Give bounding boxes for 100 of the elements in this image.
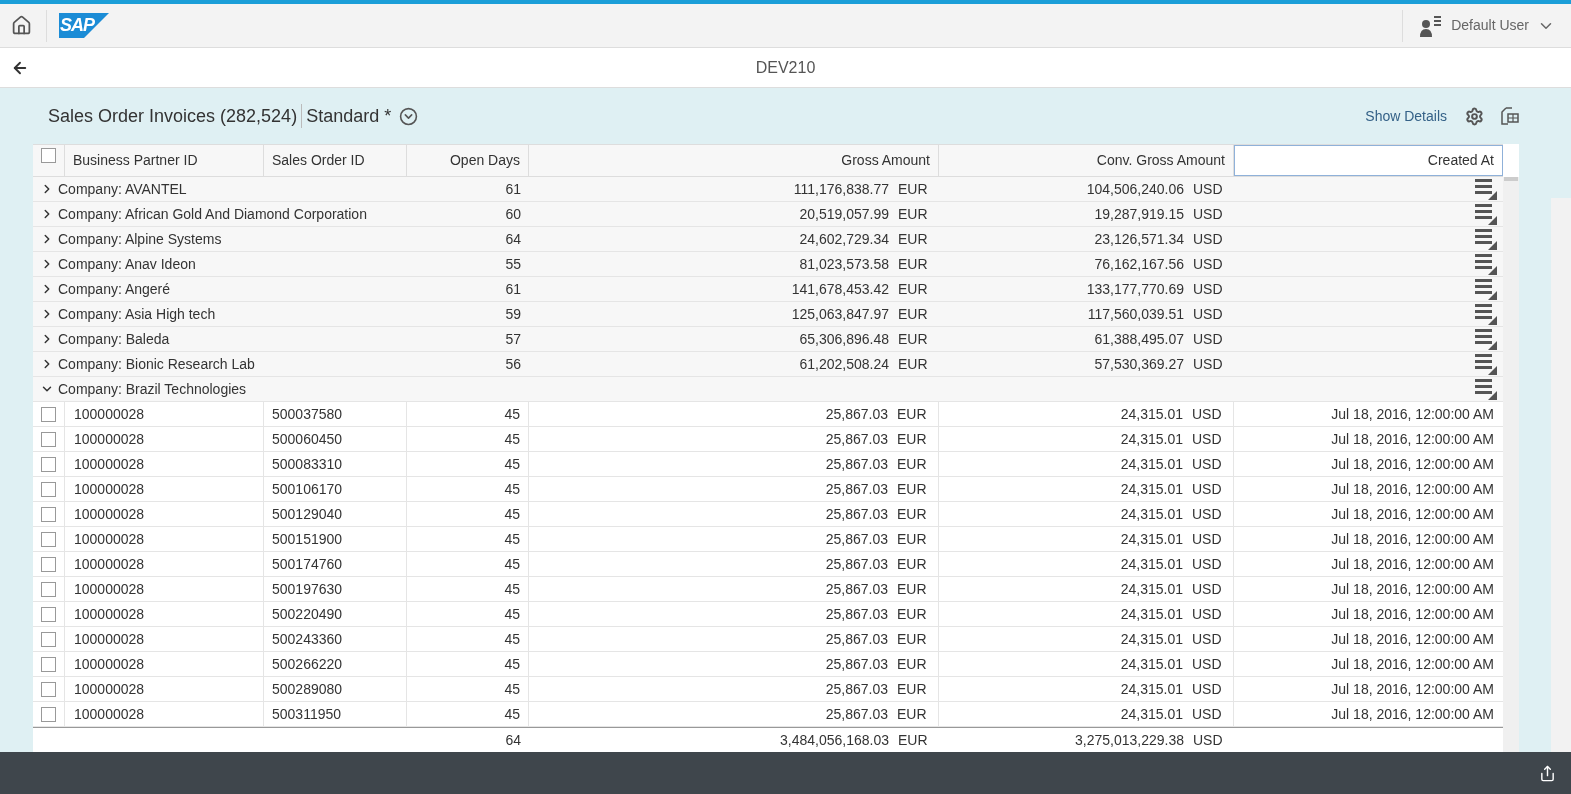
gross-amount: 25,867.03 EUR xyxy=(825,429,928,449)
gross-amount: 25,867.03 EUR xyxy=(825,579,928,599)
gross-amount: 125,063,847.97 EUR xyxy=(790,304,929,324)
row-checkbox[interactable] xyxy=(41,581,56,597)
conv-gross-amount: 24,315.01 USD xyxy=(1120,429,1223,449)
group-label: Company: Asia High tech xyxy=(58,304,216,324)
table-cell-text: Jul 18, 2016, 12:00:00 AM xyxy=(1331,629,1494,649)
row-menu-icon[interactable] xyxy=(1475,353,1497,375)
column-header[interactable]: Business Partner ID xyxy=(65,145,264,176)
conv-gross-amount: 24,315.01 USD xyxy=(1120,504,1223,524)
table-cell-text: 100000028 xyxy=(74,504,145,524)
table-cell-text: 100000028 xyxy=(74,679,145,699)
column-header[interactable]: Gross Amount xyxy=(529,145,939,176)
row-menu-icon[interactable] xyxy=(1475,228,1497,250)
table-cell-text: Jul 18, 2016, 12:00:00 AM xyxy=(1331,404,1494,424)
conv-gross-amount: 19,287,919.15 USD xyxy=(1093,204,1224,224)
gross-amount: 25,867.03 EUR xyxy=(825,479,928,499)
row-checkbox[interactable] xyxy=(41,406,56,422)
table-cell-text: 100000028 xyxy=(74,604,145,624)
export-table-icon[interactable] xyxy=(1501,107,1519,125)
table-cell-text: Jul 18, 2016, 12:00:00 AM xyxy=(1331,454,1494,474)
show-details-link[interactable]: Show Details xyxy=(1365,105,1447,127)
row-checkbox[interactable] xyxy=(41,656,56,672)
table-cell-text: 500083310 xyxy=(272,454,343,474)
group-label: Company: Angeré xyxy=(58,279,171,299)
table-cell-text: Jul 18, 2016, 12:00:00 AM xyxy=(1331,504,1494,524)
row-menu-icon[interactable] xyxy=(1475,303,1497,325)
row-menu-icon[interactable] xyxy=(1475,178,1497,200)
row-menu-icon[interactable] xyxy=(1475,328,1497,350)
table-cell-text: 45 xyxy=(504,554,520,574)
user-name[interactable]: Default User xyxy=(1451,15,1529,36)
row-checkbox[interactable] xyxy=(41,531,56,547)
column-header[interactable]: Open Days xyxy=(407,145,529,176)
gross-amount: 111,176,838.77 EUR xyxy=(792,179,929,199)
open-days: 60 xyxy=(505,203,521,225)
user-icon[interactable] xyxy=(1420,14,1443,37)
variant-name[interactable]: Standard * xyxy=(306,102,392,130)
column-header[interactable]: Created At xyxy=(1234,145,1503,176)
conv-gross-amount: 24,315.01 USD xyxy=(1120,579,1223,599)
row-checkbox[interactable] xyxy=(41,506,56,522)
row-checkbox[interactable] xyxy=(41,631,56,647)
table-cell-text: 45 xyxy=(504,704,520,724)
open-days: 61 xyxy=(505,178,521,200)
table-cell-text: 100000028 xyxy=(74,529,145,549)
table-cell-text: Jul 18, 2016, 12:00:00 AM xyxy=(1331,704,1494,724)
column-header[interactable]: Sales Order ID xyxy=(264,145,407,176)
gross-amount: 25,867.03 EUR xyxy=(825,679,928,699)
row-checkbox[interactable] xyxy=(41,456,56,472)
table-cell-text: 500060450 xyxy=(272,429,343,449)
table-cell-text: Jul 18, 2016, 12:00:00 AM xyxy=(1331,679,1494,699)
table-cell-text: 500266220 xyxy=(272,654,343,674)
table-cell-text: Jul 18, 2016, 12:00:00 AM xyxy=(1331,479,1494,499)
open-days: 56 xyxy=(505,353,521,375)
gross-amount: 25,867.03 EUR xyxy=(825,454,928,474)
gross-amount: 20,519,057.99 EUR xyxy=(798,204,929,224)
gross-amount: 61,202,508.24 EUR xyxy=(798,354,929,374)
group-label: Company: Alpine Systems xyxy=(58,229,222,249)
vertical-scrollbar[interactable] xyxy=(1503,177,1519,752)
conv-gross-amount: 61,388,495.07 USD xyxy=(1093,329,1224,349)
row-checkbox[interactable] xyxy=(41,681,56,697)
row-checkbox[interactable] xyxy=(41,706,56,722)
table-cell-text: 45 xyxy=(504,604,520,624)
share-icon[interactable] xyxy=(1539,764,1556,782)
table-cell-text: 45 xyxy=(504,479,520,499)
table-cell-text: 500129040 xyxy=(272,504,343,524)
row-menu-icon[interactable] xyxy=(1475,278,1497,300)
conv-gross-amount: 24,315.01 USD xyxy=(1120,679,1223,699)
row-checkbox[interactable] xyxy=(41,148,56,163)
table-cell-text: 45 xyxy=(504,454,520,474)
row-menu-icon[interactable] xyxy=(1475,203,1497,225)
gross-amount: 25,867.03 EUR xyxy=(825,629,928,649)
row-checkbox[interactable] xyxy=(41,431,56,447)
row-menu-icon[interactable] xyxy=(1475,253,1497,275)
gross-amount: 65,306,896.48 EUR xyxy=(798,329,929,349)
conv-gross-amount: 76,162,167.56 USD xyxy=(1093,254,1224,274)
row-checkbox[interactable] xyxy=(41,481,56,497)
table-cell-text: 45 xyxy=(504,504,520,524)
gross-amount: 25,867.03 EUR xyxy=(825,704,928,724)
table-cell-text: 100000028 xyxy=(74,404,145,424)
table-cell-text: 500289080 xyxy=(272,679,343,699)
gross-amount: 24,602,729.34 EUR xyxy=(798,229,929,249)
gross-amount: 25,867.03 EUR xyxy=(825,604,928,624)
row-checkbox[interactable] xyxy=(41,606,56,622)
gross-amount: 25,867.03 EUR xyxy=(825,404,928,424)
row-checkbox[interactable] xyxy=(41,556,56,572)
table-cell-text: 45 xyxy=(504,429,520,449)
variant-dropdown-icon[interactable] xyxy=(399,106,419,126)
table-cell-text: 100000028 xyxy=(74,554,145,574)
table-cell-text: 45 xyxy=(504,679,520,699)
total-open-days: 64 xyxy=(505,729,521,751)
table-cell-text: 45 xyxy=(504,579,520,599)
table-cell-text: 500106170 xyxy=(272,479,343,499)
page-scrollbar[interactable] xyxy=(1551,198,1571,752)
table-cell-text: 100000028 xyxy=(74,579,145,599)
row-menu-icon[interactable] xyxy=(1475,378,1497,400)
conv-gross-amount: 23,126,571.34 USD xyxy=(1093,229,1224,249)
settings-icon[interactable] xyxy=(1465,106,1484,126)
home-icon[interactable] xyxy=(11,15,32,36)
table-cell-text: 100000028 xyxy=(74,454,145,474)
sap-logo[interactable]: SAP xyxy=(59,13,109,38)
